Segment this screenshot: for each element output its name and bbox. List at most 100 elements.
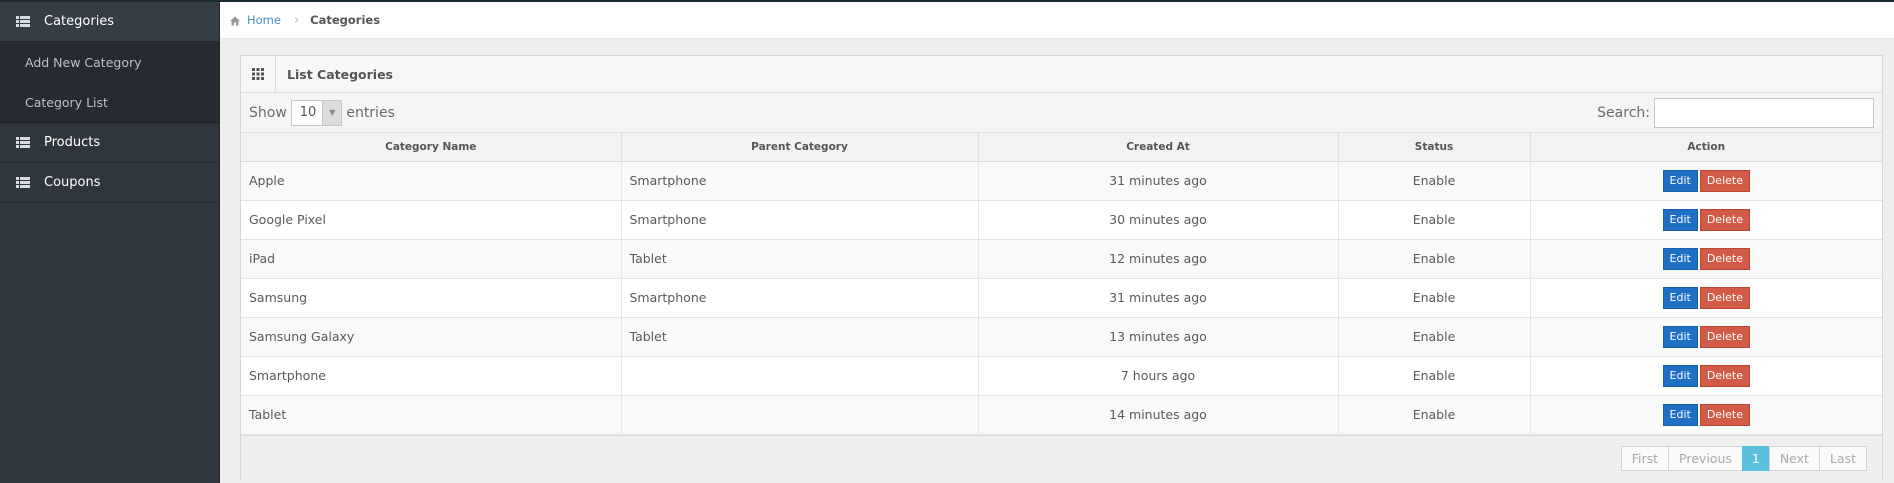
cell-created-at: 31 minutes ago	[977, 277, 1339, 318]
cell-parent-category: Smartphone	[620, 199, 979, 240]
cell-created-at: 13 minutes ago	[977, 316, 1339, 357]
breadcrumb: Home › Categories	[220, 2, 1894, 39]
cell-category-name: Samsung	[241, 277, 622, 318]
cell-status: Enable	[1337, 316, 1531, 357]
pagination-page-current[interactable]: 1	[1741, 445, 1770, 471]
submenu-item-add-new-category[interactable]: Add New Category	[0, 42, 219, 82]
column-header-parent-category[interactable]: Parent Category	[620, 133, 979, 162]
cell-actions: Edit Delete	[1529, 394, 1882, 435]
show-label: Show	[249, 104, 287, 121]
edit-button[interactable]: Edit	[1662, 286, 1698, 309]
widget-title: List Categories	[287, 66, 393, 82]
table-footer: First Previous 1 Next Last	[241, 434, 1882, 481]
cell-category-name: Tablet	[241, 394, 622, 435]
cell-actions: Edit Delete	[1529, 316, 1882, 357]
list-categories-widget: List Categories Show 10 ▼ entries Search…	[240, 55, 1883, 481]
cell-parent-category: Smartphone	[620, 277, 979, 318]
column-header-status[interactable]: Status	[1337, 133, 1531, 162]
table-row: Smartphone 7 hours ago Enable Edit Delete	[241, 355, 1882, 396]
cell-actions: Edit Delete	[1529, 277, 1882, 318]
cell-actions: Edit Delete	[1529, 355, 1882, 396]
search-control: Search:	[1597, 97, 1874, 128]
cell-actions: Edit Delete	[1529, 238, 1882, 279]
sidebar-item-label: Categories	[44, 14, 115, 29]
widget-header: List Categories	[241, 56, 1882, 93]
delete-button[interactable]: Delete	[1699, 325, 1750, 348]
sidebar: Categories Add New Category Category Lis…	[0, 2, 220, 483]
entries-length-control: Show 10 ▼ entries	[249, 99, 395, 126]
edit-button[interactable]: Edit	[1662, 364, 1698, 387]
delete-button[interactable]: Delete	[1699, 286, 1750, 309]
table-row: iPad Tablet 12 minutes ago Enable Edit De…	[241, 238, 1882, 279]
edit-button[interactable]: Edit	[1662, 325, 1698, 348]
sidebar-item-products[interactable]: Products	[0, 123, 219, 163]
column-header-category-name[interactable]: Category Name	[241, 133, 622, 162]
cell-status: Enable	[1337, 277, 1531, 318]
cell-parent-category: Smartphone	[620, 160, 979, 201]
cell-parent-category	[620, 355, 979, 396]
home-icon	[230, 15, 240, 26]
cell-category-name: Google Pixel	[241, 199, 622, 240]
list-icon	[16, 177, 30, 188]
edit-button[interactable]: Edit	[1662, 403, 1698, 426]
cell-actions: Edit Delete	[1529, 160, 1882, 201]
cell-parent-category: Tablet	[620, 316, 979, 357]
delete-button[interactable]: Delete	[1699, 247, 1750, 270]
cell-actions: Edit Delete	[1529, 199, 1882, 240]
breadcrumb-home-link[interactable]: Home	[247, 13, 281, 27]
cell-created-at: 31 minutes ago	[977, 160, 1339, 201]
cell-category-name: Smartphone	[241, 355, 622, 396]
submenu-item-category-list[interactable]: Category List	[0, 82, 219, 122]
pagination-first[interactable]: First	[1620, 445, 1670, 471]
table-row: Apple Smartphone 31 minutes ago Enable E…	[241, 160, 1882, 201]
sidebar-item-label: Products	[44, 135, 101, 150]
entries-label: entries	[346, 104, 395, 121]
cell-category-name: iPad	[241, 238, 622, 279]
delete-button[interactable]: Delete	[1699, 208, 1750, 231]
sidebar-item-categories[interactable]: Categories	[0, 2, 219, 42]
grid-icon	[241, 56, 276, 92]
cell-parent-category	[620, 394, 979, 435]
search-input[interactable]	[1654, 97, 1874, 128]
table-row: Samsung Galaxy Tablet 13 minutes ago Ena…	[241, 316, 1882, 357]
table-controls: Show 10 ▼ entries Search:	[241, 93, 1882, 133]
cell-category-name: Apple	[241, 160, 622, 201]
delete-button[interactable]: Delete	[1699, 364, 1750, 387]
list-icon	[16, 16, 30, 27]
list-icon	[16, 137, 30, 148]
cell-status: Enable	[1337, 238, 1531, 279]
pagination-previous[interactable]: Previous	[1668, 445, 1743, 471]
pagination-next[interactable]: Next	[1768, 445, 1820, 471]
pagination-last[interactable]: Last	[1818, 445, 1867, 471]
table-header-row: Category Name Parent Category Created At…	[241, 133, 1882, 162]
cell-parent-category: Tablet	[620, 238, 979, 279]
edit-button[interactable]: Edit	[1662, 247, 1698, 270]
chevron-right-icon: ›	[293, 12, 300, 28]
entries-select-value: 10	[299, 105, 317, 120]
cell-created-at: 7 hours ago	[977, 355, 1339, 396]
cell-status: Enable	[1337, 355, 1531, 396]
cell-created-at: 30 minutes ago	[977, 199, 1339, 240]
cell-created-at: 14 minutes ago	[977, 394, 1339, 435]
cell-status: Enable	[1337, 394, 1531, 435]
table-row: Samsung Smartphone 31 minutes ago Enable…	[241, 277, 1882, 318]
table-row: Tablet 14 minutes ago Enable Edit Delete	[241, 394, 1882, 435]
sidebar-item-coupons[interactable]: Coupons	[0, 163, 219, 203]
entries-select[interactable]: 10 ▼	[290, 99, 343, 126]
cell-created-at: 12 minutes ago	[977, 238, 1339, 279]
sidebar-item-label: Coupons	[44, 175, 101, 190]
categories-submenu: Add New Category Category List	[0, 42, 219, 123]
breadcrumb-current: Categories	[310, 13, 381, 27]
delete-button[interactable]: Delete	[1699, 403, 1750, 426]
pagination: First Previous 1 Next Last	[1620, 445, 1867, 471]
edit-button[interactable]: Edit	[1662, 169, 1698, 192]
table-row: Google Pixel Smartphone 30 minutes ago E…	[241, 199, 1882, 240]
search-label: Search:	[1597, 104, 1650, 121]
column-header-created-at[interactable]: Created At	[977, 133, 1339, 162]
edit-button[interactable]: Edit	[1662, 208, 1698, 231]
column-header-action: Action	[1529, 133, 1882, 162]
caret-down-icon: ▼	[322, 100, 342, 125]
categories-table: Category Name Parent Category Created At…	[241, 133, 1882, 435]
delete-button[interactable]: Delete	[1699, 169, 1750, 192]
cell-category-name: Samsung Galaxy	[241, 316, 622, 357]
